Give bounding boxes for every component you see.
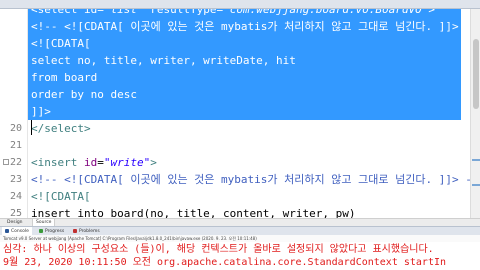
line-number: 22 <box>10 157 23 168</box>
console-tab-icon <box>39 228 43 233</box>
line-number: 18 <box>10 89 23 100</box>
design-source-tabs: Design Source <box>0 218 480 227</box>
code-token: "write" <box>103 156 151 169</box>
code-token: > <box>150 156 157 169</box>
code-token: select no, title, writer, writeDate, hit <box>31 54 296 67</box>
code-token: = <box>97 9 104 16</box>
console-tab-icon <box>73 228 77 233</box>
code-line[interactable]: 19 ]]> <box>0 103 470 120</box>
code-text: <select id="list" resultType="com.webjja… <box>31 9 435 18</box>
code-token: <![CDATA[ <box>31 37 91 50</box>
line-number: 15 <box>10 38 23 49</box>
line-number: 14 <box>10 21 23 32</box>
text-caret <box>31 120 32 135</box>
code-token: ]]> <box>31 105 51 118</box>
code-text: select no, title, writer, writeDate, hit <box>31 52 296 69</box>
code-line[interactable]: 21 <box>0 137 470 154</box>
code-token: id <box>83 156 98 169</box>
code-text: <!-- <![CDATA[ 이곳에 있는 것은 mybatis가 처리하지 않… <box>31 18 470 35</box>
code-line[interactable]: 25 insert into board(no, title, content, … <box>0 205 470 218</box>
code-token: <!-- <![CDATA[ 이곳에 있는 것은 mybatis가 처리하지 않… <box>31 20 470 33</box>
code-token: <select <box>31 9 84 16</box>
code-line[interactable]: 17 from board <box>0 69 470 86</box>
code-line[interactable]: 24 <![CDATA[ <box>0 188 470 205</box>
line-number: 20 <box>10 123 23 134</box>
console-tab-icon <box>5 228 9 233</box>
code-line[interactable]: 22 <insert id="write"> <box>0 154 470 171</box>
code-token: "list" <box>103 9 144 16</box>
code-text: ]]> <box>31 103 51 120</box>
code-line[interactable]: 16 select no, title, writer, writeDate, h… <box>0 52 470 69</box>
code-token: id <box>83 9 98 16</box>
scrollbar-thumb[interactable] <box>473 39 479 109</box>
line-number: 25 <box>10 208 23 218</box>
overview-marker <box>472 159 480 161</box>
code-token: > <box>428 9 436 16</box>
code-token: "com.webjjang.board.vo.BoardVO" <box>223 9 429 16</box>
code-text: <!-- <![CDATA[ 이곳에 있는 것은 mybatis가 처리하지 않… <box>31 171 470 188</box>
console-process-path: Tomcat v9.0 Server at webjjang [Apache T… <box>0 235 480 242</box>
code-text: </select> <box>31 120 91 137</box>
code-token: <![CDATA[ <box>31 190 91 203</box>
fold-toggle-icon[interactable] <box>3 159 9 165</box>
console-tab-label: Problems <box>79 229 100 234</box>
code-line[interactable]: 18 order by no desc <box>0 86 470 103</box>
line-number: 24 <box>10 191 23 202</box>
code-text: order by no desc <box>31 86 137 103</box>
line-number: 23 <box>10 174 23 185</box>
console-tab-label: Console <box>11 229 29 234</box>
code-token: </select> <box>31 122 91 135</box>
line-number: 19 <box>10 106 23 117</box>
console-line: 심각: 하나 이상의 구성요소 (들)이, 해당 컨텍스트가 올바로 설정되지 … <box>3 244 434 255</box>
line-number: 13 <box>10 9 23 15</box>
code-token: insert into board(no, title, content, wr… <box>31 207 356 218</box>
editor-tab-bar: root-context.xmllogin.xmlBoardController… <box>0 0 480 9</box>
code-token: order by no desc <box>31 88 137 101</box>
code-line[interactable]: 14 <!-- <![CDATA[ 이곳에 있는 것은 mybatis가 처리하지… <box>0 18 470 35</box>
code-line[interactable]: 23 <!-- <![CDATA[ 이곳에 있는 것은 mybatis가 처리하지… <box>0 171 470 188</box>
code-text: insert into board(no, title, content, wr… <box>31 205 356 218</box>
code-token: <!-- <![CDATA[ 이곳에 있는 것은 mybatis가 처리하지 않… <box>31 173 470 186</box>
code-text: from board <box>31 69 97 86</box>
code-text: <![CDATA[ <box>31 188 91 205</box>
code-editor[interactable]: 13 <select id="list" resultType="com.webj… <box>0 9 470 218</box>
code-token: = <box>97 156 104 169</box>
console-line: 9월 23, 2020 10:11:50 오전 org.apache.catal… <box>3 257 447 268</box>
line-number: 16 <box>10 55 23 66</box>
code-line[interactable]: 20 </select> <box>0 120 470 137</box>
code-line[interactable]: 15 <![CDATA[ <box>0 35 470 52</box>
code-text: <insert id="write"> <box>31 154 157 171</box>
console-tab-label: Progress <box>45 229 65 234</box>
code-line[interactable]: 13 <select id="list" resultType="com.webj… <box>0 9 470 18</box>
overview-marker <box>472 184 480 186</box>
code-token: from board <box>31 71 98 84</box>
line-number: 17 <box>10 72 23 83</box>
vertical-scrollbar[interactable] <box>470 9 480 218</box>
code-token: resultType <box>143 9 217 16</box>
line-number: 21 <box>10 140 23 151</box>
console-tab-bar: Console Progress Problems <box>0 226 480 236</box>
console-output: 심각: 하나 이상의 구성요소 (들)이, 해당 컨텍스트가 올바로 설정되지 … <box>0 242 480 270</box>
code-text: <![CDATA[ <box>31 35 91 52</box>
code-token: <insert <box>31 156 84 169</box>
